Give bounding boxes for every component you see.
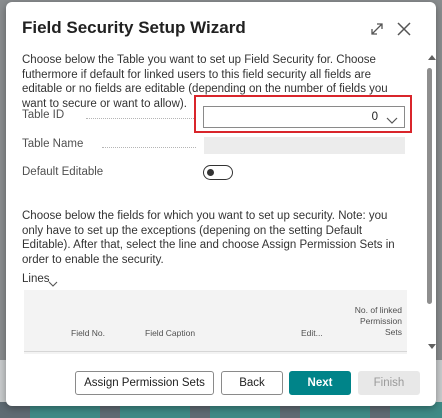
chevron-down-icon[interactable] xyxy=(48,275,58,287)
scroll-down-arrow[interactable] xyxy=(428,344,436,349)
table-name-label: Table Name xyxy=(22,138,84,150)
column-header-edit[interactable]: Edit... xyxy=(301,328,323,339)
table-id-value: 0 xyxy=(371,111,378,123)
dialog-title: Field Security Setup Wizard xyxy=(22,18,246,37)
leader-dots xyxy=(102,147,196,148)
column-header-field-no[interactable]: Field No. xyxy=(71,328,105,339)
assign-permission-sets-button[interactable]: Assign Permission Sets xyxy=(75,371,214,395)
leader-dots xyxy=(86,118,196,119)
expand-icon[interactable] xyxy=(368,20,386,38)
wizard-dialog: Field Security Setup Wizard Choose below… xyxy=(6,2,436,406)
table-id-label: Table ID xyxy=(22,109,65,121)
column-header-line: Permission xyxy=(359,316,402,326)
back-button[interactable]: Back xyxy=(221,371,283,395)
default-editable-toggle[interactable] xyxy=(203,165,233,180)
table-name-field xyxy=(204,137,405,154)
column-header-linked-permission-sets[interactable]: No. of linked Permission Sets xyxy=(339,305,402,338)
scroll-up-arrow[interactable] xyxy=(428,55,436,60)
next-button[interactable]: Next xyxy=(289,371,351,395)
grid-divider xyxy=(24,351,407,352)
default-editable-label: Default Editable xyxy=(22,166,104,178)
lines-grid: No. of linked Permission Sets Field No. … xyxy=(24,290,407,354)
table-id-field[interactable]: 0 xyxy=(203,106,405,128)
toggle-knob xyxy=(207,168,214,176)
chevron-down-icon[interactable] xyxy=(386,112,398,124)
column-header-field-caption[interactable]: Field Caption xyxy=(145,328,195,339)
column-header-line: Sets xyxy=(384,327,402,337)
instructions-bottom: Choose below the fields for which you wa… xyxy=(22,210,395,266)
finish-button[interactable]: Finish xyxy=(358,371,420,395)
lines-header[interactable]: Lines xyxy=(22,273,50,285)
column-header-line: No. of linked xyxy=(354,305,402,315)
close-icon[interactable] xyxy=(395,20,413,38)
scrollbar-thumb[interactable] xyxy=(427,68,432,304)
